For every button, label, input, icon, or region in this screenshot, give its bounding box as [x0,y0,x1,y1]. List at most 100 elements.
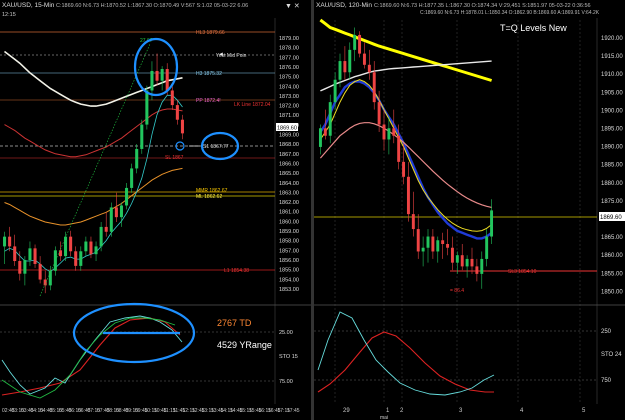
candle-body [8,236,12,247]
candle-body [431,236,435,252]
candle-body [109,207,113,232]
candle-body [436,240,440,252]
candle-body [480,258,484,274]
label-h3: H3 1875.32 [196,71,222,77]
candle-body [485,236,489,259]
candle-body [367,64,371,73]
candle-body [140,124,144,149]
candle-body [455,255,459,263]
left-price-tick: 1869.00 [279,133,299,139]
candle-body [3,236,7,247]
label-s1: S1 1867.77 [203,144,229,150]
left-last-price-tag: 1869.60 [276,123,298,132]
annotation-yrange: 4529 YRange [217,340,272,350]
left-price-tick: 1867.00 [279,152,299,158]
left-price-tick: 1874.00 [279,84,299,90]
candle-body [465,258,469,267]
candle-body [125,187,129,206]
candle-body [130,168,134,188]
candle-body [150,70,154,91]
candle-body [411,214,415,230]
candle-body [94,246,98,255]
candle-body [38,263,42,280]
left-osc-tick: STO 15 [279,354,298,360]
candle-body [18,261,22,274]
left-price-tick: 1873.00 [279,94,299,100]
right-time-tick: 29 [343,408,350,414]
candle-body [490,210,494,237]
right-date-label: mai [380,415,388,420]
candle-body [114,207,118,218]
label-lk-line: LK Line 1872.04 [234,102,271,108]
candle-body [33,248,37,264]
left-price-tick: 1858.00 [279,239,299,245]
left-price-tick: 1879.00 [279,36,299,42]
left-price-tick: 1866.00 [279,161,299,167]
candle-body [475,266,479,274]
right-price-tick: 1915.00 [601,54,623,60]
right-price-tick: 1910.00 [601,72,623,78]
left-time-axis: 02:4503:1503:4504:1504:4505:1505:4506:15… [2,408,300,414]
right-price-axis: 1920.00 1915.00 1910.00 1905.00 1900.00 1895.… [601,36,623,295]
candle-body [470,258,474,267]
candle-body [382,124,386,140]
candle-body [23,260,27,274]
right-osc-tick: 250 [601,329,612,335]
left-price-tick: 1860.00 [279,219,299,225]
candle-body [135,148,139,169]
left-price-tick: 1859.00 [279,229,299,235]
candle-body [426,236,430,248]
candle-body [362,53,366,65]
right-price-tick: 1855.00 [601,271,623,277]
chart-stage: XAU/USD, 15-Min C:1869.60 N:6.73 H:1870.… [0,0,625,420]
left-price-tick: 1854.00 [279,277,299,283]
candle-body [53,250,57,271]
right-price-tick: 1860.00 [601,253,623,259]
right-price-tick: 1850.00 [601,289,623,295]
annotation-td: 2767 TD [217,318,252,328]
candle-body [89,241,93,255]
candle-body [64,236,68,257]
left-chart-panel[interactable]: XAU/USD, 15-Min C:1869.60 N:6.73 H:1870.… [0,0,311,420]
candle-body [318,128,322,147]
candle-body [99,226,103,247]
left-price-tick: 1855.00 [279,268,299,274]
svg-text:1869.60: 1869.60 [600,215,622,221]
candle-body [28,248,32,261]
candle-body [323,128,327,136]
label-hl3: HL3 1879.66 [196,30,225,36]
left-price-tick: 1857.00 [279,248,299,254]
right-ohlc: C:1869.60 N:6.73 H:1877.35 L:1867.30 O:1… [374,3,591,9]
left-price-tick: 1877.00 [279,55,299,61]
left-price-tick: 1876.00 [279,65,299,71]
candle-body [441,240,445,244]
label-sl: SL 1867 [165,155,184,161]
candle-body [155,70,159,81]
candle-body [170,90,174,106]
candle-body [446,244,450,248]
candle-body [450,247,454,263]
candle-body [421,247,425,252]
candle-body [402,161,406,177]
right-price-tick: 1890.00 [601,145,623,151]
candle-body [358,34,362,54]
left-price-tick: 1856.00 [279,258,299,264]
right-osc-tick: 750 [601,378,612,384]
left-price-tick: 1861.00 [279,210,299,216]
left-price-tick: 1863.00 [279,190,299,196]
label-l1: L1 1854.38 [224,268,249,274]
candle-body [74,251,78,266]
candle-body [79,251,83,266]
candle-body [180,119,184,134]
left-header-time: 12:15 [2,12,16,18]
left-menu-icon[interactable]: ▼ ✕ [285,3,300,10]
candle-body [353,34,357,50]
right-price-tick: 1875.00 [601,199,623,205]
right-ohlc-alt: C:1869.60 N:6.73 H:1878.01 L:1850.34 O:1… [420,10,600,16]
left-ohlc: C:1869.60 N:6.73 H:1870.52 L:1867.30 O:1… [56,3,248,9]
candle-body [84,241,88,252]
candle-body [69,236,73,252]
right-price-tick: 1880.00 [601,181,623,187]
left-price-tick: 1872.00 [279,104,299,110]
candle-body [416,229,420,252]
